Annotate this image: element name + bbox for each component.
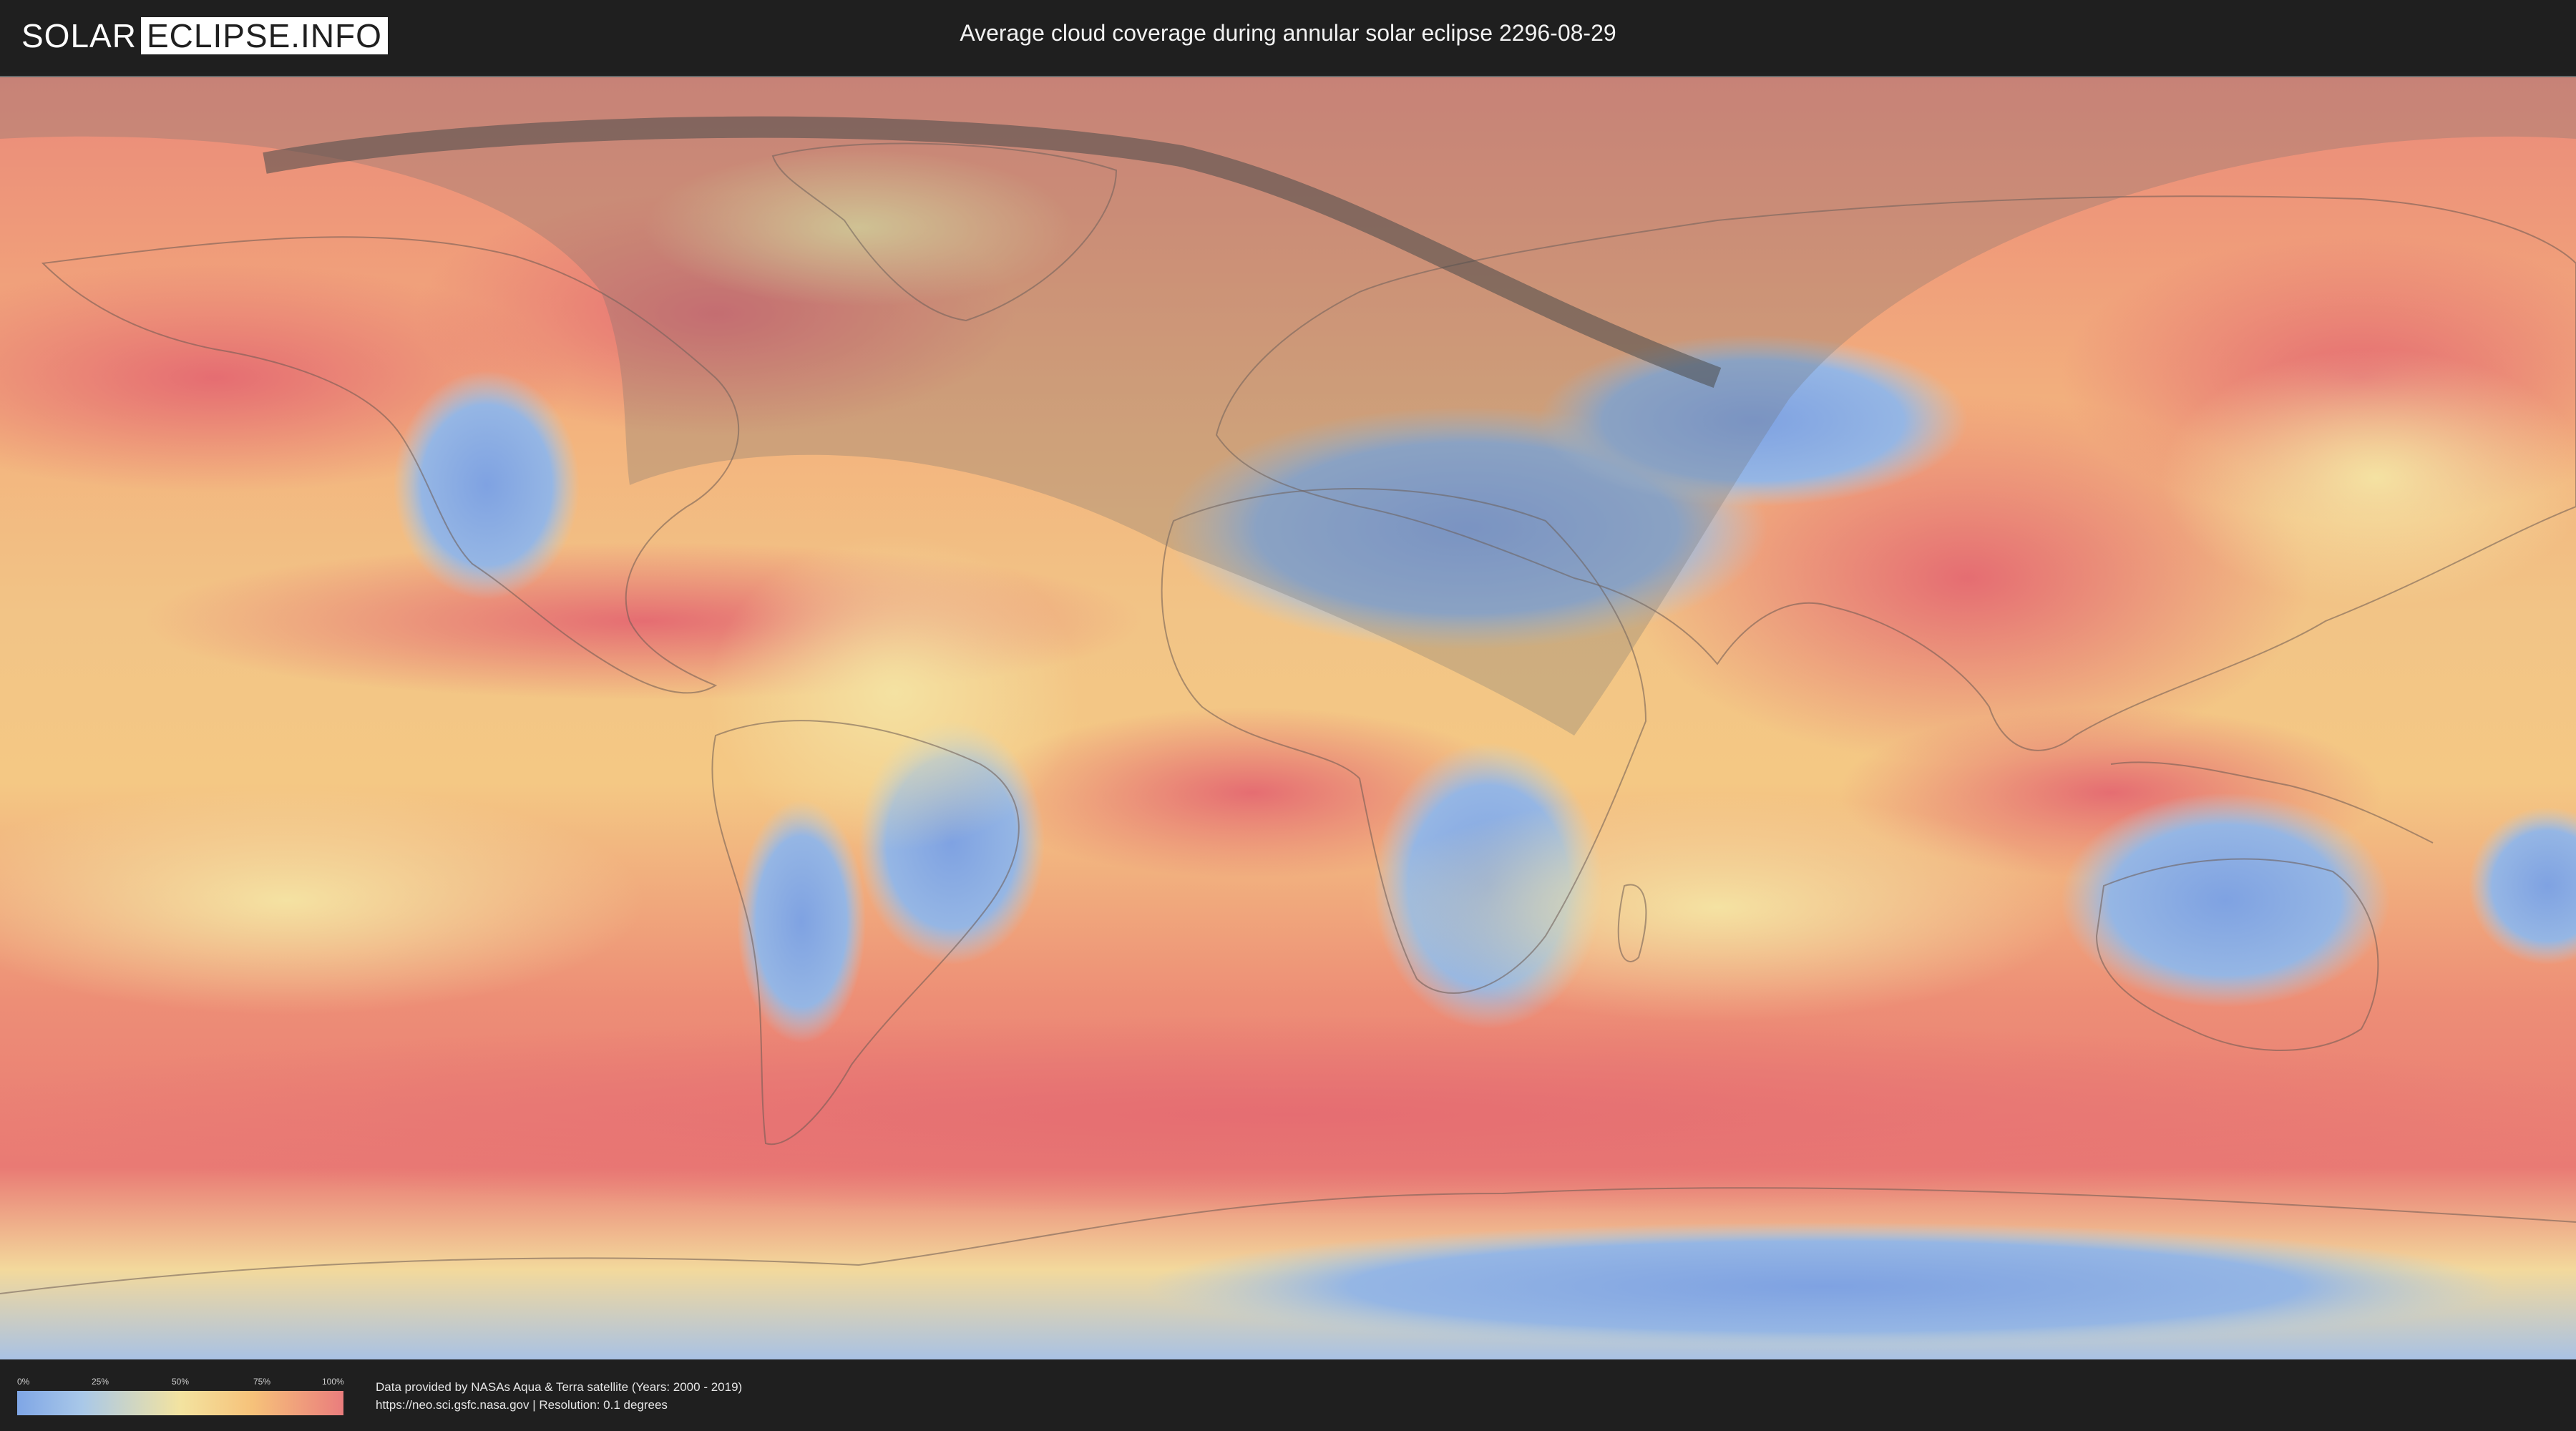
legend-tick-100: 100%: [322, 1377, 344, 1387]
credit-line-source: Data provided by NASAs Aqua & Terra sate…: [376, 1380, 743, 1394]
cloud-coverage-map: [0, 76, 2576, 1361]
legend-color-bar: [17, 1391, 343, 1415]
cloud-coverage-legend: 0% 25% 50% 75% 100%: [17, 1377, 344, 1415]
legend-tick-25: 25%: [92, 1377, 109, 1387]
footer: 0% 25% 50% 75% 100% Data provided by NAS…: [0, 1359, 2576, 1431]
credit-line-url[interactable]: https://neo.sci.gsfc.nasa.gov | Resoluti…: [376, 1396, 742, 1414]
legend-ticks: 0% 25% 50% 75% 100%: [17, 1377, 344, 1388]
legend-tick-75: 75%: [253, 1377, 271, 1387]
page-title: Average cloud coverage during annular so…: [960, 20, 1616, 46]
data-credits: Data provided by NASAs Aqua & Terra sate…: [376, 1378, 742, 1414]
legend-tick-50: 50%: [172, 1377, 190, 1387]
header: SOLAR ECLIPSE.INFO Average cloud coverag…: [0, 0, 2576, 72]
legend-tick-0: 0%: [17, 1377, 30, 1387]
world-map-svg: [0, 77, 2576, 1359]
